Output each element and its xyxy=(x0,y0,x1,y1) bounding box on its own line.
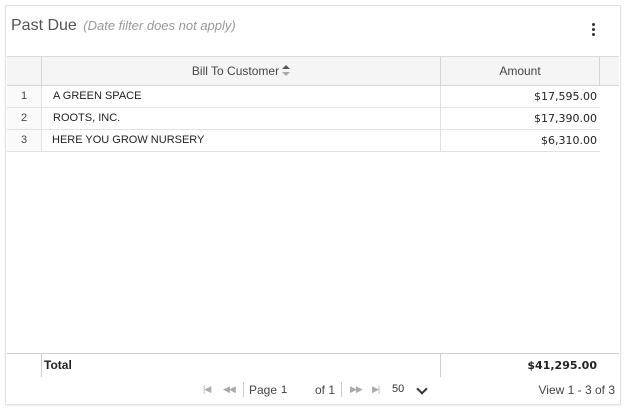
footer-total-label: Total xyxy=(42,354,441,377)
column-header-amount[interactable]: Amount xyxy=(441,57,600,85)
amount-cell: $17,595.00 xyxy=(534,90,597,103)
scrollbar-header-spacer xyxy=(600,57,619,85)
column-header-customer-label: Bill To Customer xyxy=(191,64,280,78)
view-records-text: View 1 - 3 of 3 xyxy=(538,383,616,397)
page-number-input[interactable] xyxy=(279,382,311,398)
page-size-value: 50 xyxy=(392,383,405,395)
first-page-icon[interactable]: |◀ xyxy=(203,384,211,395)
customer-cell: HERE YOU GROW NURSERY xyxy=(42,130,441,151)
row-number: 1 xyxy=(7,86,42,107)
column-header-amount-label: Amount xyxy=(499,64,541,78)
row-number-header xyxy=(7,57,42,85)
footer-total-amount: $41,295.00 xyxy=(527,359,597,372)
amount-cell: $17,390.00 xyxy=(534,112,597,125)
past-due-panel: Past Due (Date filter does not apply) Bi… xyxy=(5,5,621,405)
sort-icon[interactable] xyxy=(282,64,291,77)
page-count: of 1 xyxy=(315,383,336,397)
pager: |◀ ◀◀ Page of 1 ▶▶ ▶| 50 View 1 - 3 of 3 xyxy=(7,377,619,403)
title-text: Past Due xyxy=(11,17,77,34)
row-number: 2 xyxy=(7,108,42,129)
next-page-icon[interactable]: ▶▶ xyxy=(350,384,363,395)
title-subtitle: (Date filter does not apply) xyxy=(83,18,236,33)
past-due-grid: Bill To Customer Amount 1 A GREEN SPACE … xyxy=(7,56,619,404)
row-number: 3 xyxy=(7,130,42,151)
previous-page-icon[interactable]: ◀◀ xyxy=(223,384,236,395)
table-row[interactable]: 3 HERE YOU GROW NURSERY $6,310.00 xyxy=(7,130,600,152)
table-row[interactable]: 2 ROOTS, INC. $17,390.00 xyxy=(7,108,600,130)
grid-header: Bill To Customer Amount xyxy=(7,57,619,86)
table-row[interactable]: 1 A GREEN SPACE $17,595.00 xyxy=(7,86,600,108)
customer-cell: A GREEN SPACE xyxy=(42,86,441,107)
last-page-icon[interactable]: ▶| xyxy=(372,384,380,395)
customer-cell: ROOTS, INC. xyxy=(42,108,441,129)
more-options-icon[interactable] xyxy=(589,23,597,43)
page-size-select[interactable]: 50 xyxy=(390,382,428,398)
footer-spacer xyxy=(7,354,42,377)
grid-footer: Total $41,295.00 xyxy=(7,353,619,377)
chevron-down-icon xyxy=(416,383,428,395)
amount-cell: $6,310.00 xyxy=(541,134,597,147)
column-header-customer[interactable]: Bill To Customer xyxy=(42,57,441,85)
page-label: Page xyxy=(249,383,278,397)
panel-title: Past Due (Date filter does not apply) xyxy=(11,17,236,35)
